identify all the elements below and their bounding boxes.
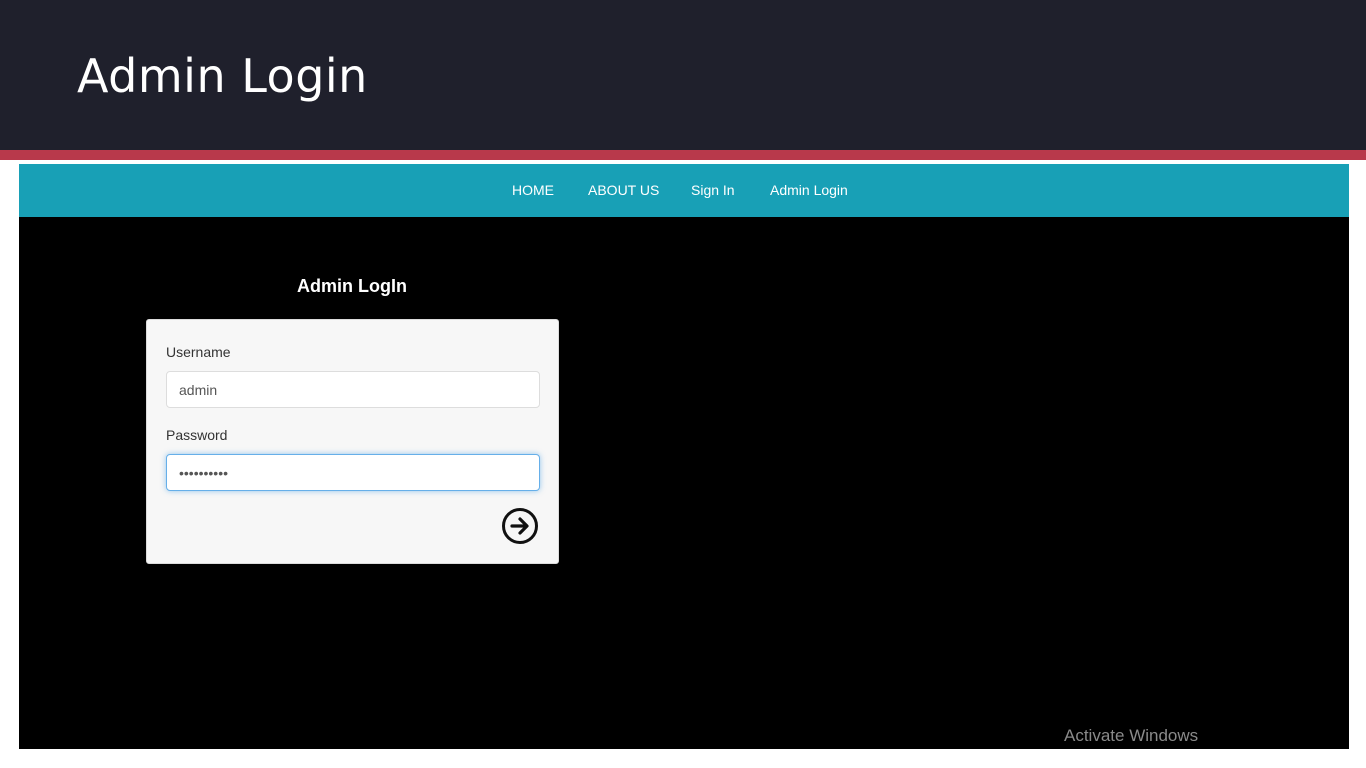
username-label: Username bbox=[166, 344, 231, 360]
password-label: Password bbox=[166, 427, 228, 443]
nav-sign-in-link[interactable]: Sign In bbox=[691, 182, 735, 198]
activate-windows-watermark: Activate Windows bbox=[1064, 726, 1199, 745]
login-heading: Admin LogIn bbox=[297, 276, 407, 296]
slide-header: Admin Login bbox=[0, 0, 1366, 150]
password-input[interactable] bbox=[166, 454, 540, 491]
submit-button[interactable] bbox=[501, 507, 539, 545]
nav-admin-login-link[interactable]: Admin Login bbox=[770, 182, 848, 198]
nav-home-link[interactable]: HOME bbox=[512, 182, 554, 198]
navbar: HOME ABOUT US Sign In Admin Login bbox=[19, 164, 1349, 217]
embedded-screenshot: HOME ABOUT US Sign In Admin Login Admin … bbox=[19, 164, 1349, 749]
accent-bar bbox=[0, 150, 1366, 160]
nav-about-us-link[interactable]: ABOUT US bbox=[588, 182, 659, 198]
slide-title: Admin Login bbox=[77, 49, 368, 103]
arrow-right-circle-icon bbox=[502, 508, 538, 544]
login-form: Username Password bbox=[146, 319, 559, 564]
username-input[interactable] bbox=[166, 371, 540, 408]
